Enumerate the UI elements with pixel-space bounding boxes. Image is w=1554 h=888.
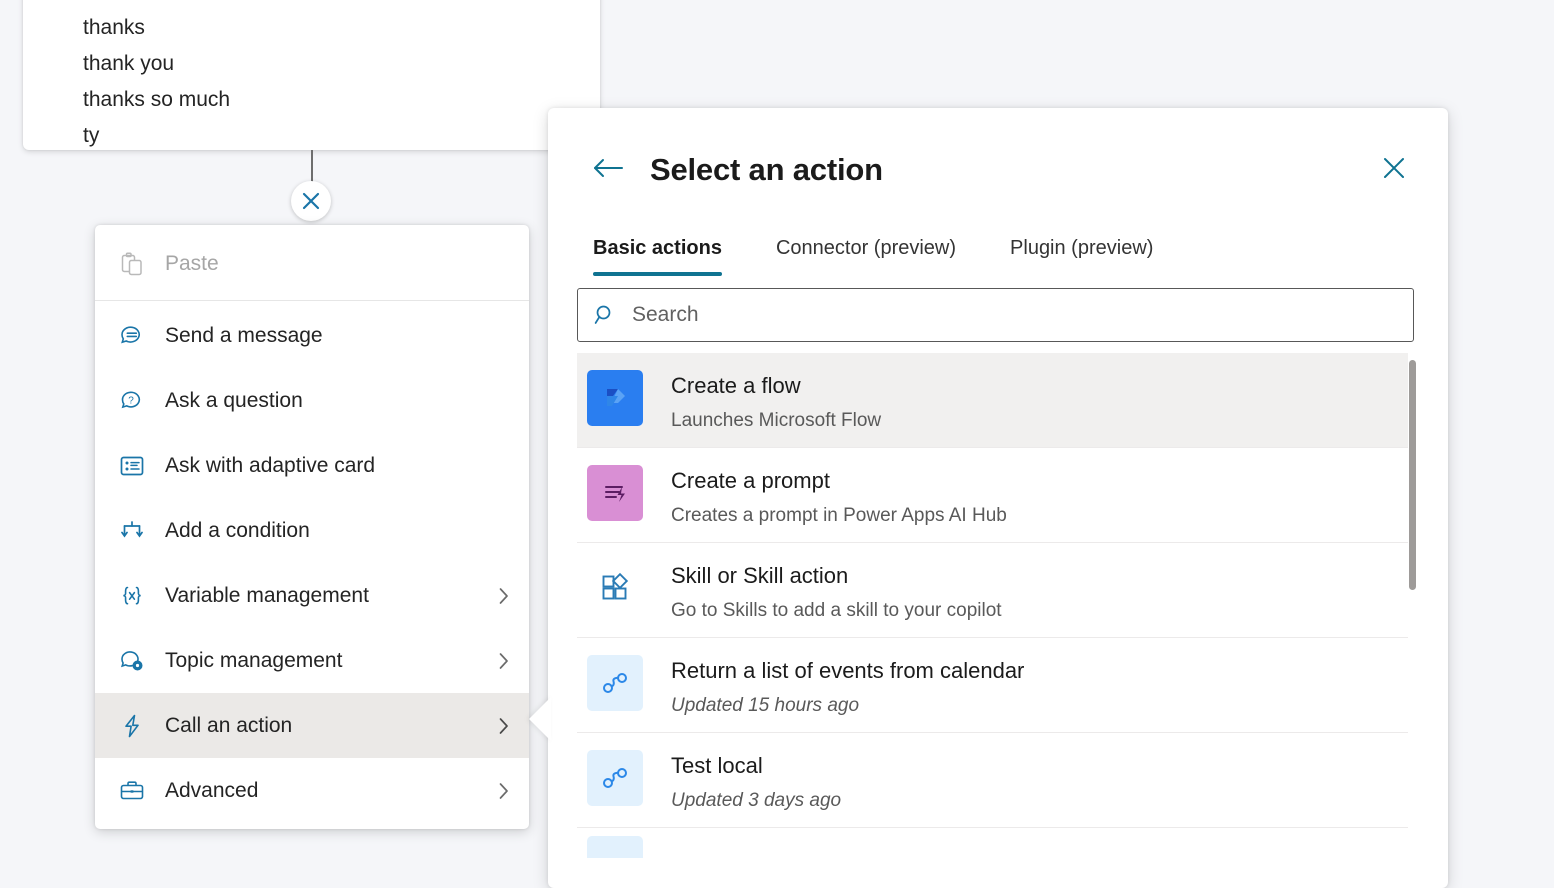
select-an-action-panel: Select an action Basic actions Connector… bbox=[548, 108, 1448, 888]
action-row-return-a-list-of-events-from-calendar[interactable]: Return a list of events from calendar Up… bbox=[577, 638, 1408, 733]
action-title: Test local bbox=[671, 753, 763, 778]
briefcase-icon bbox=[117, 776, 147, 806]
variable-braces-icon bbox=[117, 581, 147, 611]
search-container bbox=[548, 270, 1448, 342]
action-row-create-a-prompt[interactable]: Create a prompt Creates a prompt in Powe… bbox=[577, 448, 1408, 543]
menu-item-topic-management[interactable]: Topic management bbox=[95, 628, 529, 693]
search-input[interactable] bbox=[630, 302, 1399, 328]
panel-tabs: Basic actions Connector (preview) Plugin… bbox=[548, 224, 1448, 276]
tab-basic-actions[interactable]: Basic actions bbox=[593, 237, 722, 276]
action-subtitle: Launches Microsoft Flow bbox=[671, 410, 882, 431]
message-icon bbox=[117, 321, 147, 351]
close-icon bbox=[299, 189, 323, 213]
node-phrase: thanks bbox=[83, 16, 145, 39]
panel-title: Select an action bbox=[650, 152, 883, 187]
action-text: Skill or Skill action Go to Skills to ad… bbox=[671, 560, 1002, 625]
search-icon bbox=[592, 302, 618, 328]
action-row-skill-or-skill-action[interactable]: Skill or Skill action Go to Skills to ad… bbox=[577, 543, 1408, 638]
menu-item-add-a-condition[interactable]: Add a condition bbox=[95, 498, 529, 563]
menu-item-call-an-action[interactable]: Call an action bbox=[95, 693, 529, 758]
menu-item-variable-management[interactable]: Variable management bbox=[95, 563, 529, 628]
svg-text:?: ? bbox=[128, 395, 134, 406]
ai-prompt-icon bbox=[587, 465, 643, 521]
question-bubble-icon: ? bbox=[117, 386, 147, 416]
menu-item-label: Call an action bbox=[165, 713, 293, 737]
menu-item-label: Ask a question bbox=[165, 388, 303, 412]
add-node-context-menu[interactable]: Paste Send a message ? Ask a question As… bbox=[95, 225, 529, 829]
topic-gear-icon bbox=[117, 646, 147, 676]
menu-item-label: Advanced bbox=[165, 778, 259, 802]
flyout-pointer bbox=[529, 697, 551, 741]
action-subtitle: Go to Skills to add a skill to your copi… bbox=[671, 600, 1002, 621]
menu-item-label: Variable management bbox=[165, 583, 369, 607]
menu-item-send-a-message[interactable]: Send a message bbox=[95, 303, 529, 368]
back-button[interactable] bbox=[588, 150, 628, 190]
menu-item-ask-a-question[interactable]: ? Ask a question bbox=[95, 368, 529, 433]
action-row-partial[interactable] bbox=[577, 828, 1408, 858]
flow-connector-icon bbox=[587, 655, 643, 711]
action-list-scroll-thumb[interactable] bbox=[1409, 360, 1416, 590]
branch-icon bbox=[117, 516, 147, 546]
chevron-right-icon bbox=[497, 650, 511, 672]
power-automate-icon bbox=[587, 370, 643, 426]
chevron-right-icon bbox=[497, 780, 511, 802]
action-row-create-a-flow[interactable]: Create a flow Launches Microsoft Flow bbox=[577, 353, 1408, 448]
skill-puzzle-icon bbox=[587, 560, 643, 616]
menu-item-advanced[interactable]: Advanced bbox=[95, 758, 529, 823]
clipboard-paste-icon bbox=[117, 249, 147, 279]
close-add-node-button[interactable] bbox=[291, 181, 331, 221]
action-subtitle: Updated 3 days ago bbox=[671, 790, 842, 811]
menu-item-label: Paste bbox=[165, 251, 219, 275]
adaptive-card-icon bbox=[117, 451, 147, 481]
action-title: Create a flow bbox=[671, 373, 801, 398]
menu-item-label: Topic management bbox=[165, 648, 343, 672]
menu-divider bbox=[95, 300, 529, 301]
node-phrase: ty bbox=[83, 124, 100, 147]
action-subtitle: Creates a prompt in Power Apps AI Hub bbox=[671, 505, 1007, 526]
action-subtitle: Updated 15 hours ago bbox=[671, 695, 860, 716]
action-title: Create a prompt bbox=[671, 468, 830, 493]
lightning-bolt-icon bbox=[117, 711, 147, 741]
chevron-right-icon bbox=[497, 715, 511, 737]
action-text: Create a prompt Creates a prompt in Powe… bbox=[671, 465, 1007, 530]
action-title: Skill or Skill action bbox=[671, 563, 849, 588]
tab-connector-preview[interactable]: Connector (preview) bbox=[776, 237, 956, 270]
close-panel-button[interactable] bbox=[1374, 150, 1414, 190]
action-row-test-local[interactable]: Test local Updated 3 days ago bbox=[577, 733, 1408, 828]
flow-connector-icon bbox=[587, 836, 643, 858]
flow-connector-icon bbox=[587, 750, 643, 806]
action-title: Return a list of events from calendar bbox=[671, 658, 1025, 683]
chevron-right-icon bbox=[497, 585, 511, 607]
arrow-left-icon bbox=[591, 155, 625, 186]
action-text: Return a list of events from calendar Up… bbox=[671, 655, 1024, 720]
action-list: Create a flow Launches Microsoft Flow Cr… bbox=[548, 353, 1448, 858]
action-text: Test local Updated 3 days ago bbox=[671, 750, 841, 815]
node-phrase: thanks so much bbox=[83, 88, 231, 111]
menu-item-label: Ask with adaptive card bbox=[165, 453, 376, 477]
menu-item-label: Send a message bbox=[165, 323, 323, 347]
search-box[interactable] bbox=[577, 288, 1414, 342]
node-phrase: thank you bbox=[83, 52, 175, 75]
menu-item-paste[interactable]: Paste bbox=[95, 231, 529, 296]
menu-item-label: Add a condition bbox=[165, 518, 310, 542]
action-text: Create a flow Launches Microsoft Flow bbox=[671, 370, 881, 435]
close-icon bbox=[1380, 154, 1408, 187]
node-phrase-list: thanks thank you thanks so much ty bbox=[83, 10, 230, 154]
menu-item-ask-with-adaptive-card[interactable]: Ask with adaptive card bbox=[95, 433, 529, 498]
panel-header: Select an action bbox=[548, 108, 1448, 190]
topic-node-card[interactable]: thanks thank you thanks so much ty bbox=[23, 0, 600, 150]
tab-plugin-preview[interactable]: Plugin (preview) bbox=[1010, 237, 1153, 270]
